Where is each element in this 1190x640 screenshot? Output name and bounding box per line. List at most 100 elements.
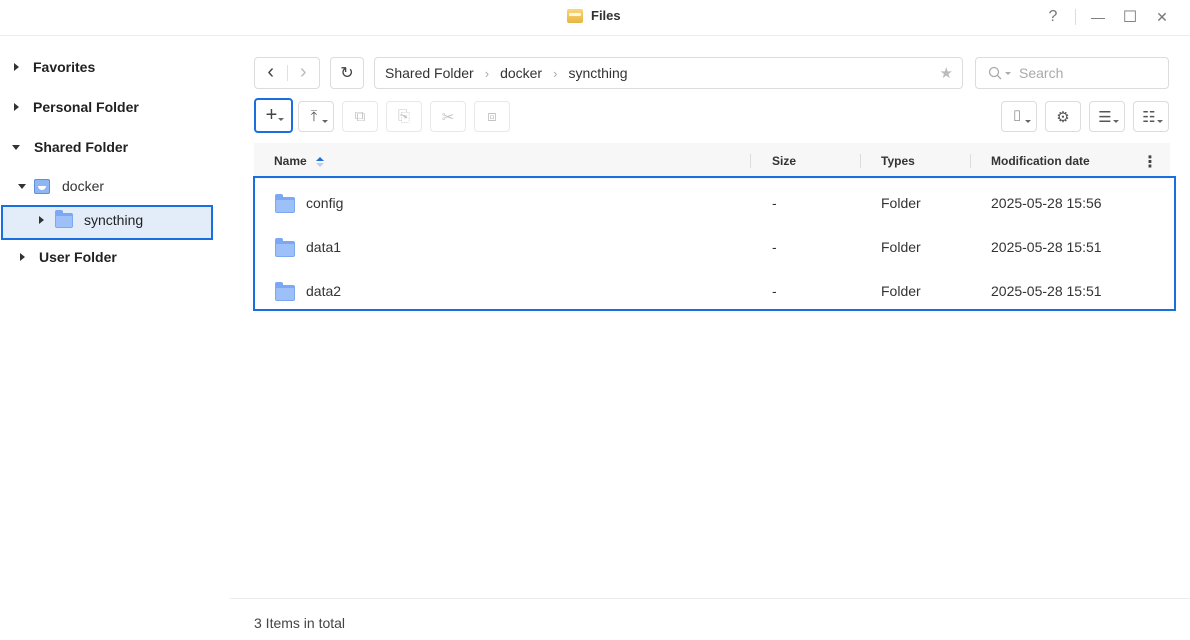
app-title: Files <box>567 8 621 23</box>
cut-button[interactable]: ✂ <box>430 101 466 132</box>
help-icon[interactable]: ? <box>1037 6 1069 28</box>
table-header: Name Size Types Modification date ⋮ <box>254 143 1170 179</box>
app-title-text: Files <box>591 8 621 23</box>
file-type: Folder <box>881 239 921 255</box>
column-header-modification-date[interactable]: Modification date <box>991 154 1090 168</box>
sidebar-item-shared-folder[interactable]: Shared Folder <box>12 139 128 155</box>
sidebar: Favorites Personal Folder Shared Folder … <box>0 37 230 640</box>
search-icon <box>988 66 1002 80</box>
gear-icon: ⚙ <box>1056 108 1070 126</box>
caret-down-icon <box>12 144 20 150</box>
breadcrumb-item-shared-folder[interactable]: Shared Folder <box>385 65 474 81</box>
duplicate-button[interactable]: ⧈ <box>474 101 510 132</box>
sort-button[interactable]: ☷ <box>1133 101 1169 132</box>
file-size: - <box>772 195 777 211</box>
window-controls: ? — ☐ ✕ <box>1037 6 1178 28</box>
sidebar-item-label: syncthing <box>84 212 144 228</box>
forward-button[interactable]: › <box>287 58 319 88</box>
sidebar-item-personal-folder[interactable]: Personal Folder <box>14 99 139 115</box>
dropdown-caret-icon <box>322 120 328 123</box>
star-icon[interactable]: ★ <box>940 64 953 82</box>
search-input[interactable] <box>1019 65 1159 81</box>
list-view-icon: ☰ <box>1098 108 1112 126</box>
file-size: - <box>772 239 777 255</box>
create-button[interactable]: + <box>254 98 293 133</box>
table-row[interactable]: data1 - Folder 2025-05-28 15:51 <box>254 226 1170 270</box>
window-controls-divider <box>1075 9 1076 25</box>
minimize-icon[interactable]: — <box>1082 6 1114 28</box>
column-header-name[interactable]: Name <box>274 154 325 168</box>
refresh-button[interactable]: ↻ <box>330 57 364 89</box>
file-name: data2 <box>306 283 342 299</box>
navigation-group: ‹ › <box>254 57 320 89</box>
view-mode-button[interactable]: ☰ <box>1089 101 1125 132</box>
caret-right-icon <box>14 103 19 111</box>
file-type: Folder <box>881 195 921 211</box>
caret-right-icon <box>14 63 19 71</box>
shared-folder-icon <box>34 178 50 194</box>
maximize-icon[interactable]: ☐ <box>1114 6 1146 28</box>
file-name: data1 <box>306 239 342 255</box>
breadcrumb-separator: › <box>553 65 558 81</box>
file-modified: 2025-05-28 15:51 <box>991 283 1102 299</box>
table-row[interactable]: config - Folder 2025-05-28 15:56 <box>254 182 1170 226</box>
tools-button[interactable]: ⌷ <box>1001 101 1037 132</box>
settings-button[interactable]: ⚙ <box>1045 101 1081 132</box>
items-total-count: 3 Items in total <box>254 615 346 631</box>
breadcrumb-item-syncthing[interactable]: syncthing <box>568 65 627 81</box>
caret-right-icon <box>39 216 44 224</box>
paste-button[interactable]: ⎘ <box>386 101 422 132</box>
dropdown-caret-icon <box>1025 120 1031 123</box>
back-button[interactable]: ‹ <box>255 58 287 88</box>
sidebar-item-label: Favorites <box>33 59 96 75</box>
sort-icon: ☷ <box>1142 108 1156 126</box>
folder-icon <box>275 238 295 257</box>
scissors-icon: ✂ <box>441 108 455 126</box>
search-scope-caret-icon <box>1005 71 1011 75</box>
column-header-label: Name <box>274 154 307 168</box>
column-divider <box>860 154 861 168</box>
folder-icon <box>275 194 295 213</box>
folder-icon <box>275 282 295 301</box>
dropdown-caret-icon <box>1157 120 1163 123</box>
column-header-types[interactable]: Types <box>881 154 915 168</box>
sidebar-item-label: User Folder <box>39 249 117 265</box>
file-size: - <box>772 283 777 299</box>
copy-button[interactable]: ⧉ <box>342 101 378 132</box>
chevron-left-icon: ‹ <box>267 60 275 83</box>
sidebar-item-syncthing[interactable]: syncthing <box>39 209 144 228</box>
chevron-right-icon: › <box>299 60 307 83</box>
sort-ascending-icon <box>316 156 325 167</box>
file-type: Folder <box>881 283 921 299</box>
duplicate-icon: ⧈ <box>487 108 497 125</box>
column-divider <box>750 154 751 168</box>
sidebar-item-label: Personal Folder <box>33 99 139 115</box>
caret-right-icon <box>20 253 25 261</box>
plus-icon: + <box>265 104 278 126</box>
upload-icon: ⤒ <box>310 108 318 125</box>
title-bar: Files ? — ☐ ✕ <box>0 0 1190 36</box>
sidebar-item-favorites[interactable]: Favorites <box>14 59 95 75</box>
refresh-icon: ↻ <box>340 65 354 82</box>
search-box[interactable] <box>975 57 1169 89</box>
paste-icon: ⎘ <box>397 108 410 125</box>
column-divider <box>970 154 971 168</box>
dropdown-caret-icon <box>1113 120 1119 123</box>
status-bar: 3 Items in total <box>230 598 1190 640</box>
folder-icon <box>55 209 73 228</box>
caret-down-icon <box>18 183 26 189</box>
more-options-icon[interactable]: ⋮ <box>1142 152 1158 172</box>
close-icon[interactable]: ✕ <box>1146 6 1178 28</box>
file-modified: 2025-05-28 15:51 <box>991 239 1102 255</box>
file-name: config <box>306 195 344 211</box>
files-app-icon <box>567 8 583 23</box>
sidebar-item-docker[interactable]: docker <box>18 178 104 194</box>
sidebar-item-user-folder[interactable]: User Folder <box>20 249 117 265</box>
table-row[interactable]: data2 - Folder 2025-05-28 15:51 <box>254 270 1170 314</box>
file-modified: 2025-05-28 15:56 <box>991 195 1102 211</box>
column-header-size[interactable]: Size <box>772 154 796 168</box>
breadcrumb-item-docker[interactable]: docker <box>500 65 542 81</box>
dropdown-caret-icon <box>278 118 284 121</box>
sidebar-item-label: Shared Folder <box>34 139 129 155</box>
upload-button[interactable]: ⤒ <box>298 101 334 132</box>
